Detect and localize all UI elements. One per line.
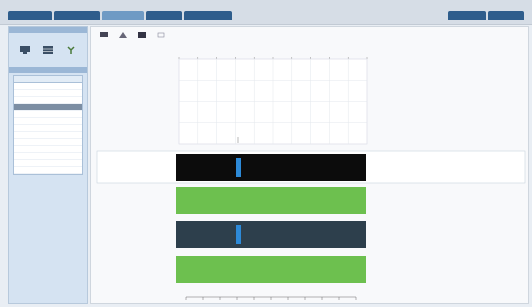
table-cell	[14, 83, 48, 89]
table-row[interactable]	[14, 97, 82, 104]
right-tab-2[interactable]	[488, 11, 524, 20]
grid-icon	[42, 45, 53, 54]
tool-monitor[interactable]	[19, 45, 31, 56]
table-row[interactable]	[14, 125, 82, 132]
lane-strip[interactable]	[176, 154, 366, 181]
right-tab-1[interactable]	[448, 11, 486, 20]
table-cell	[48, 90, 82, 96]
sidebar-table	[13, 75, 83, 175]
sidebar	[8, 26, 88, 304]
table-row[interactable]	[14, 104, 82, 111]
table-cell	[14, 139, 48, 145]
tree-icon	[67, 45, 75, 54]
table-cell	[14, 167, 48, 173]
table-cell	[48, 104, 82, 110]
table-cell	[14, 146, 48, 152]
table-cell	[14, 97, 48, 103]
main-tabs	[8, 11, 232, 20]
table-cell	[48, 111, 82, 117]
table-cell	[48, 83, 82, 89]
list-panel-header	[9, 67, 87, 73]
table-cell	[48, 146, 82, 152]
table-cell	[48, 125, 82, 131]
lane-marker	[236, 225, 241, 244]
table-cell	[14, 160, 48, 166]
table-row[interactable]	[14, 153, 82, 160]
top-bar	[0, 0, 532, 25]
tab-1[interactable]	[8, 11, 52, 20]
main-panel	[90, 26, 529, 304]
table-cell	[14, 90, 48, 96]
table-cell	[14, 153, 48, 159]
table-cell	[48, 160, 82, 166]
table-cell	[14, 118, 48, 124]
lane-strip[interactable]	[176, 187, 366, 214]
right-tabs	[448, 11, 524, 20]
lane-strip[interactable]	[176, 256, 366, 283]
lane-marker	[236, 158, 241, 177]
table-row[interactable]	[14, 90, 82, 97]
table-cell	[48, 153, 82, 159]
tools-panel	[9, 33, 87, 67]
table-header	[14, 76, 82, 83]
table-cell	[48, 132, 82, 138]
table-cell	[14, 111, 48, 117]
analysis-view	[96, 57, 526, 300]
tab-5[interactable]	[184, 11, 232, 20]
table-row[interactable]	[14, 83, 82, 90]
table-cell	[14, 125, 48, 131]
tab-4[interactable]	[146, 11, 182, 20]
table-row[interactable]	[14, 111, 82, 118]
plot-area	[178, 57, 368, 145]
table-cell	[48, 97, 82, 103]
table-row[interactable]	[14, 132, 82, 139]
table-row[interactable]	[14, 167, 82, 174]
table-row[interactable]	[14, 146, 82, 153]
table-cell	[14, 132, 48, 138]
tab-3[interactable]	[102, 11, 144, 20]
table-cell	[14, 104, 48, 110]
tool-tree[interactable]	[65, 45, 77, 56]
table-row[interactable]	[14, 160, 82, 167]
table-cell	[48, 139, 82, 145]
table-cell	[48, 118, 82, 124]
tool-grid[interactable]	[42, 45, 54, 56]
table-row[interactable]	[14, 139, 82, 146]
lane-strip[interactable]	[176, 221, 366, 248]
tab-2[interactable]	[54, 11, 100, 20]
monitor-icon	[19, 45, 30, 54]
table-row[interactable]	[14, 118, 82, 125]
table-cell	[48, 167, 82, 173]
column-header[interactable]	[14, 76, 48, 82]
column-header[interactable]	[48, 76, 82, 82]
